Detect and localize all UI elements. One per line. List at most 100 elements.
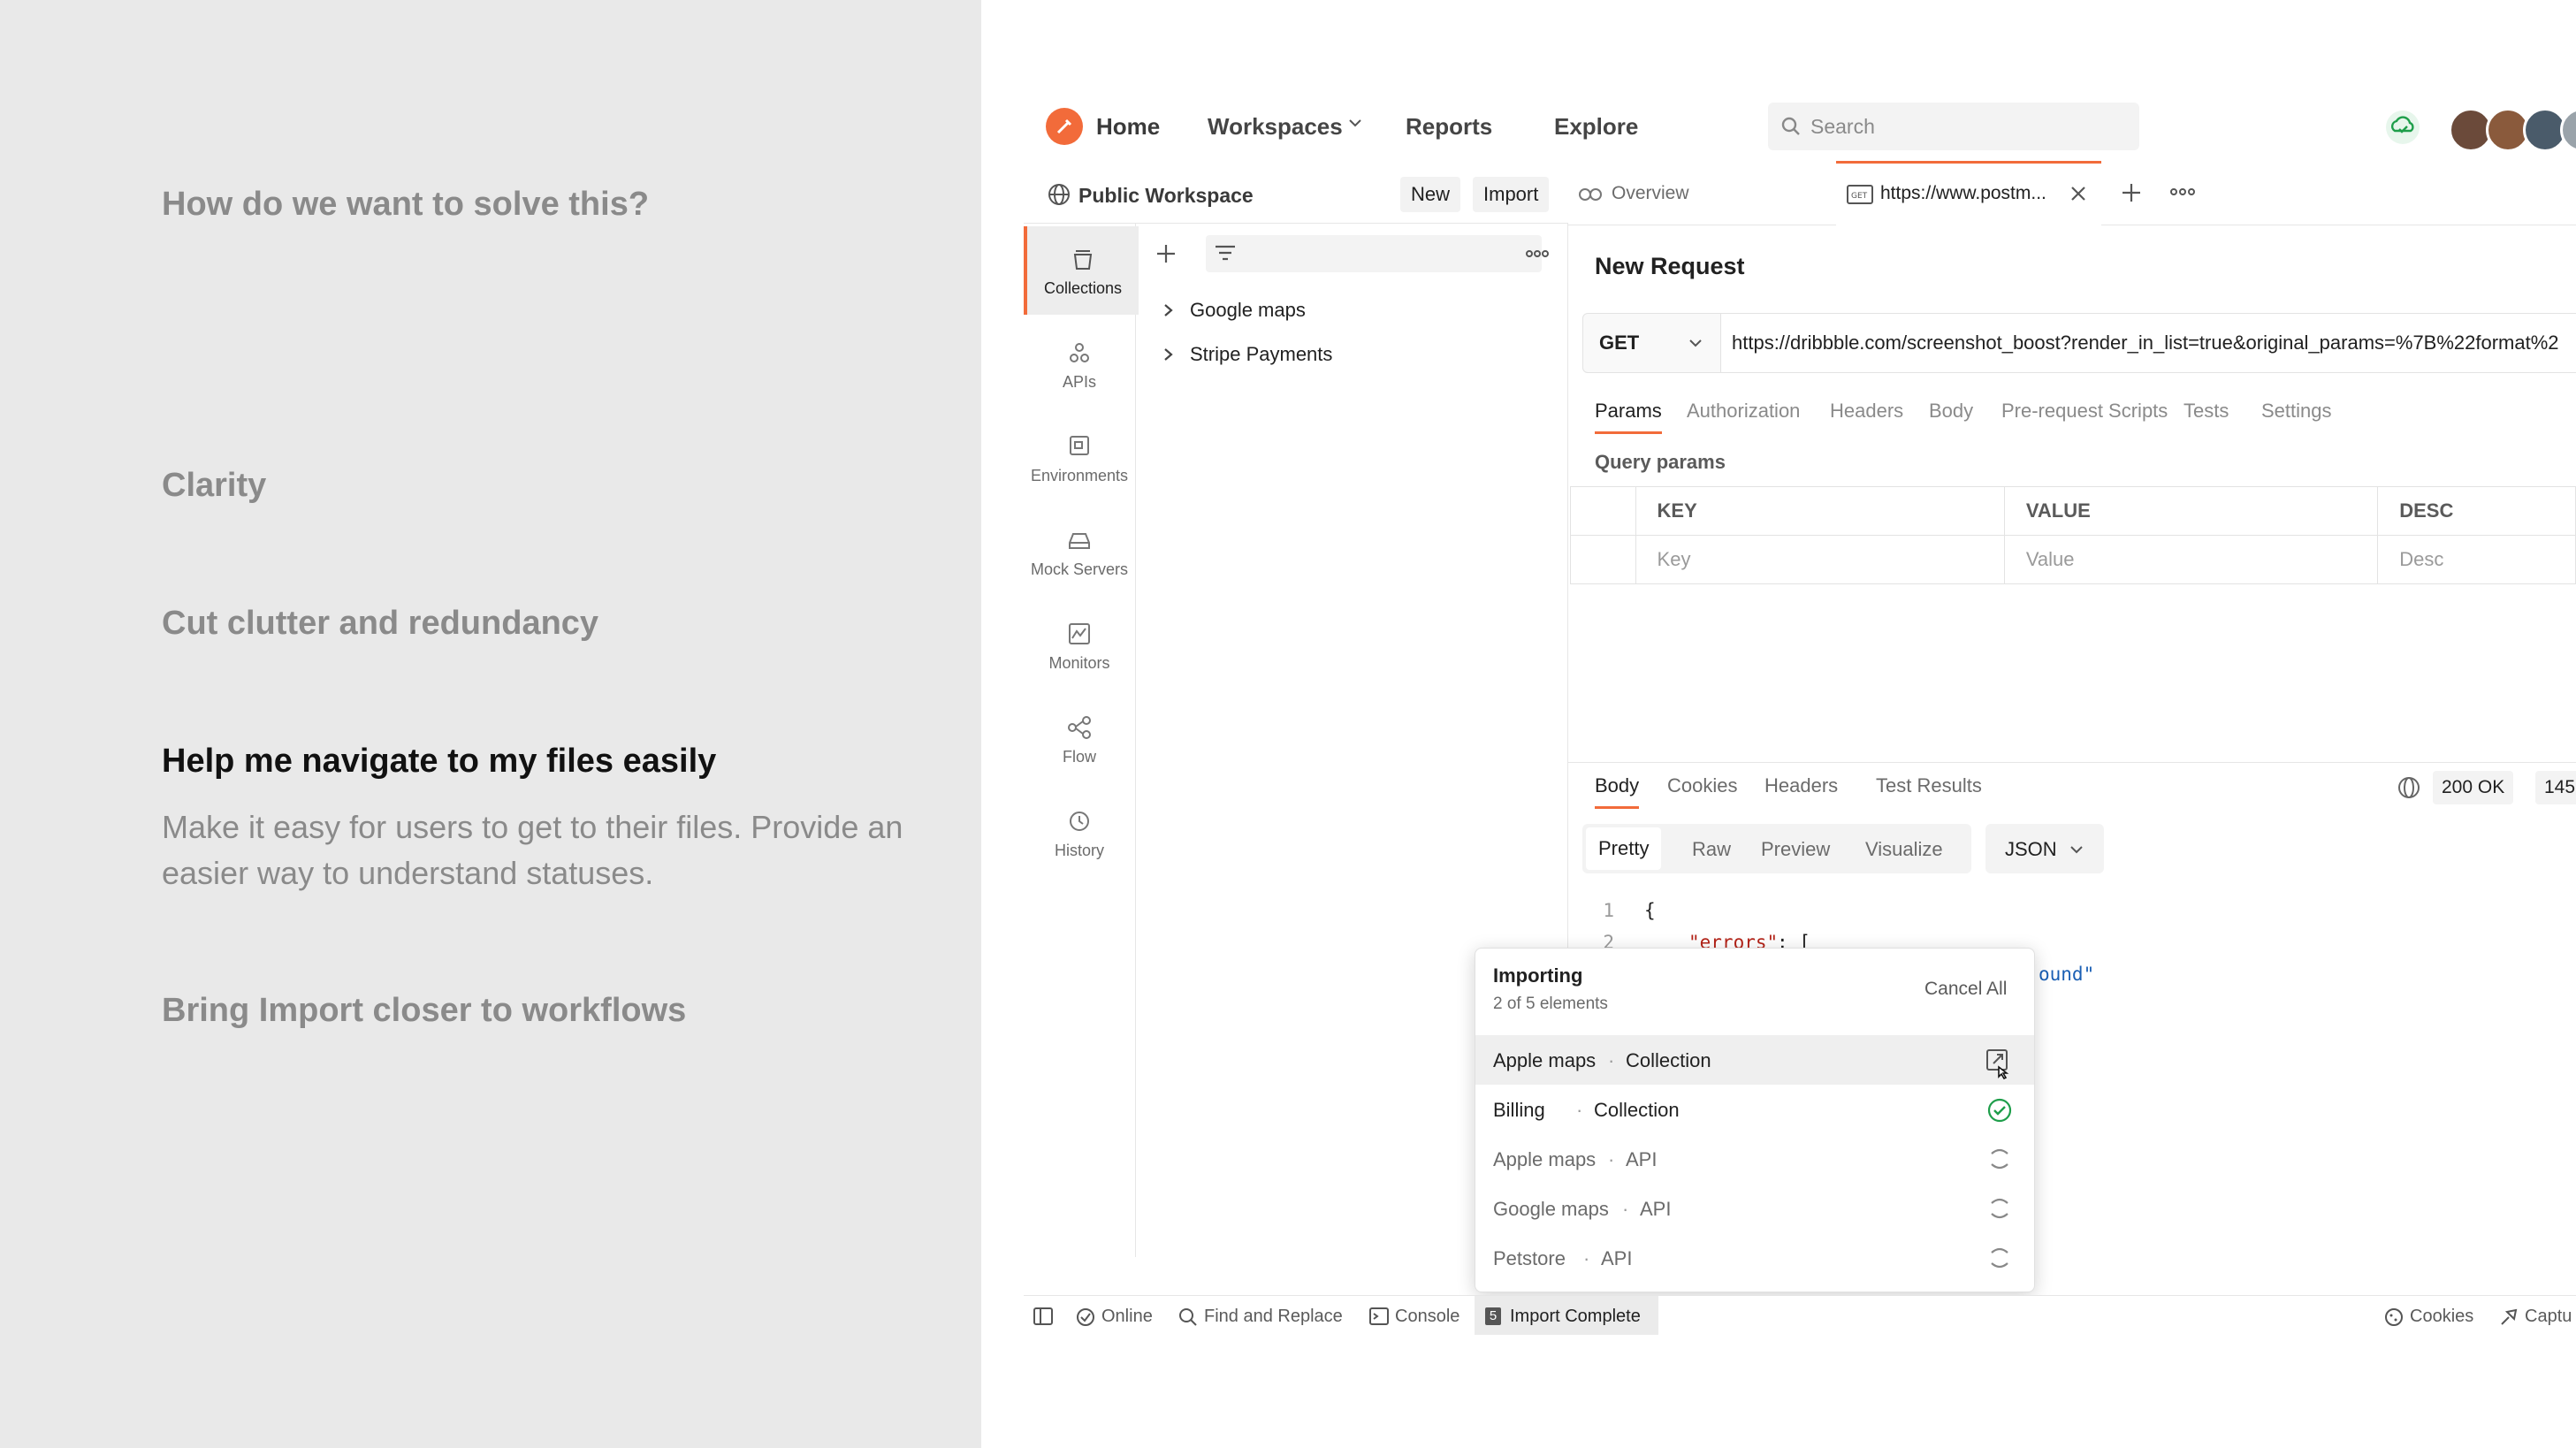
method-select[interactable]: GET (1582, 313, 1722, 373)
chevron-down-icon[interactable] (1347, 115, 1363, 135)
search-input[interactable]: Search (1768, 103, 2139, 150)
nav-workspaces[interactable]: Workspaces (1208, 113, 1343, 141)
postman-logo-icon[interactable] (1046, 108, 1083, 145)
import-item-name: Google maps (1493, 1198, 1609, 1220)
add-collection-icon[interactable] (1155, 242, 1177, 270)
sidebar-item-mock-servers[interactable]: Mock Servers (1024, 507, 1135, 596)
console-button[interactable]: Console (1395, 1307, 1459, 1327)
nav-home[interactable]: Home (1096, 113, 1160, 141)
pane-divider[interactable] (1567, 762, 2576, 763)
avatar[interactable] (2560, 108, 2576, 152)
column-header-key: KEY (1635, 486, 2005, 536)
workspace-name[interactable]: Public Workspace (1078, 184, 1254, 208)
tab-response-cookies[interactable]: Cookies (1667, 774, 1737, 797)
cookies-button[interactable]: Cookies (2410, 1307, 2473, 1327)
format-label: JSON (2005, 838, 2057, 860)
open-external-icon[interactable] (1985, 1048, 2011, 1079)
sidebar-item-environments[interactable]: Environments (1024, 414, 1135, 502)
chevron-right-icon (1164, 348, 1173, 361)
tab-overview[interactable]: Overview (1567, 161, 1836, 225)
sidebar-item-flow[interactable]: Flow (1024, 695, 1135, 783)
slide-item-clutter: Cut clutter and redundancy (162, 605, 599, 642)
find-and-replace-button[interactable]: Find and Replace (1204, 1307, 1343, 1327)
search-placeholder: Search (1810, 115, 1875, 138)
tab-settings[interactable]: Settings (2261, 400, 2332, 423)
toggle-sidebar-icon[interactable] (1033, 1307, 1054, 1326)
status-online[interactable]: Online (1101, 1307, 1153, 1327)
sidebar-item-apis[interactable]: APIs (1024, 320, 1135, 408)
import-row[interactable]: Petstore · API (1475, 1233, 2034, 1283)
tab-params[interactable]: Params (1595, 400, 1662, 434)
import-button[interactable]: Import (1473, 177, 1550, 212)
view-preview[interactable]: Preview (1761, 838, 1830, 861)
table-row: Key Value Desc (1570, 535, 2576, 584)
response-time: 1457. (2535, 771, 2576, 804)
import-item-type: API (1640, 1198, 1672, 1220)
nav-reports[interactable]: Reports (1406, 113, 1492, 141)
sidebar-item-collections[interactable]: Collections (1024, 226, 1139, 315)
sidebar-label: Mock Servers (1030, 560, 1129, 578)
import-title: Importing (1493, 964, 1583, 987)
tab-test-results[interactable]: Test Results (1876, 774, 1982, 797)
tab-tests[interactable]: Tests (2184, 400, 2229, 423)
tab-response-body[interactable]: Body (1595, 774, 1640, 809)
more-options-icon[interactable] (1526, 248, 1549, 263)
response-view-toggle: Pretty Raw Preview Visualize (1582, 824, 1971, 873)
overview-icon (1578, 183, 1603, 208)
close-icon[interactable] (2068, 183, 2089, 210)
tab-response-headers[interactable]: Headers (1764, 774, 1838, 797)
nav-explore[interactable]: Explore (1554, 113, 1638, 141)
value-input[interactable]: Value (2003, 535, 2379, 584)
tab-body[interactable]: Body (1929, 400, 1973, 423)
tab-pre-request-scripts[interactable]: Pre-request Scripts (2001, 400, 2168, 423)
new-button[interactable]: New (1400, 177, 1461, 212)
sidebar-label: Environments (1030, 467, 1129, 484)
slide-panel: How do we want to solve this? Clarity Cu… (0, 0, 981, 1448)
view-pretty[interactable]: Pretty (1586, 827, 1662, 870)
tab-authorization[interactable]: Authorization (1687, 400, 1800, 423)
view-raw[interactable]: Raw (1692, 838, 1731, 861)
key-input[interactable]: Key (1635, 535, 2005, 584)
add-tab-icon[interactable] (2119, 180, 2144, 210)
postman-app: Home Workspaces Reports Explore Search P… (1024, 88, 2576, 1335)
import-row[interactable]: Billing · Collection (1475, 1085, 2034, 1134)
pending-spinner-icon (1991, 1148, 2008, 1170)
tab-headers[interactable]: Headers (1830, 400, 1903, 423)
tab-request[interactable]: GET https://www.postm... (1836, 161, 2101, 227)
sidebar-item-history[interactable]: History (1024, 789, 1135, 877)
separator-dot-icon: · (1608, 1049, 1615, 1071)
import-complete-button[interactable]: 5 Import Complete (1475, 1296, 1658, 1335)
svg-text:GET: GET (1851, 192, 1868, 201)
cancel-all-button[interactable]: Cancel All (1924, 979, 2007, 1000)
response-tabs: Body Cookies Headers Test Results (1595, 774, 2125, 819)
code-line: { (1644, 900, 1656, 921)
get-request-icon: GET (1847, 185, 1873, 210)
request-title[interactable]: New Request (1595, 253, 1745, 280)
view-visualize[interactable]: Visualize (1865, 838, 1943, 861)
more-options-icon[interactable] (2170, 186, 2195, 202)
console-icon (1369, 1307, 1389, 1325)
slide-description: Make it easy for users to get to their f… (162, 809, 903, 891)
description-input[interactable]: Desc (2377, 535, 2576, 584)
cookie-icon (2385, 1308, 2403, 1326)
query-params-table: KEY VALUE DESC Key Value Desc (1570, 486, 2576, 584)
sidebar-label: APIs (1062, 373, 1096, 391)
slide-question: How do we want to solve this? (162, 186, 650, 223)
monitor-icon (1069, 623, 1090, 644)
table-header-row: KEY VALUE DESC (1570, 486, 2576, 536)
table-cell (1570, 486, 1636, 536)
format-select[interactable]: JSON (1985, 824, 2104, 873)
import-row[interactable]: Apple maps · API (1475, 1134, 2034, 1184)
import-item-type: API (1601, 1247, 1633, 1269)
filter-input[interactable] (1206, 235, 1542, 272)
search-icon (1780, 116, 1802, 141)
sidebar-label: Collections (1043, 279, 1123, 297)
sidebar-item-monitors[interactable]: Monitors (1024, 601, 1135, 690)
url-input[interactable]: https://dribbble.com/screenshot_boost?re… (1720, 313, 2576, 373)
cloud-sync-icon[interactable] (2385, 110, 2420, 149)
network-globe-icon[interactable] (2396, 774, 2422, 805)
collection-name: Stripe Payments (1190, 343, 1333, 365)
import-row[interactable]: Apple maps · Collection (1475, 1035, 2034, 1085)
import-row[interactable]: Google maps · API (1475, 1184, 2034, 1233)
capture-button[interactable]: Captu (2525, 1307, 2572, 1327)
